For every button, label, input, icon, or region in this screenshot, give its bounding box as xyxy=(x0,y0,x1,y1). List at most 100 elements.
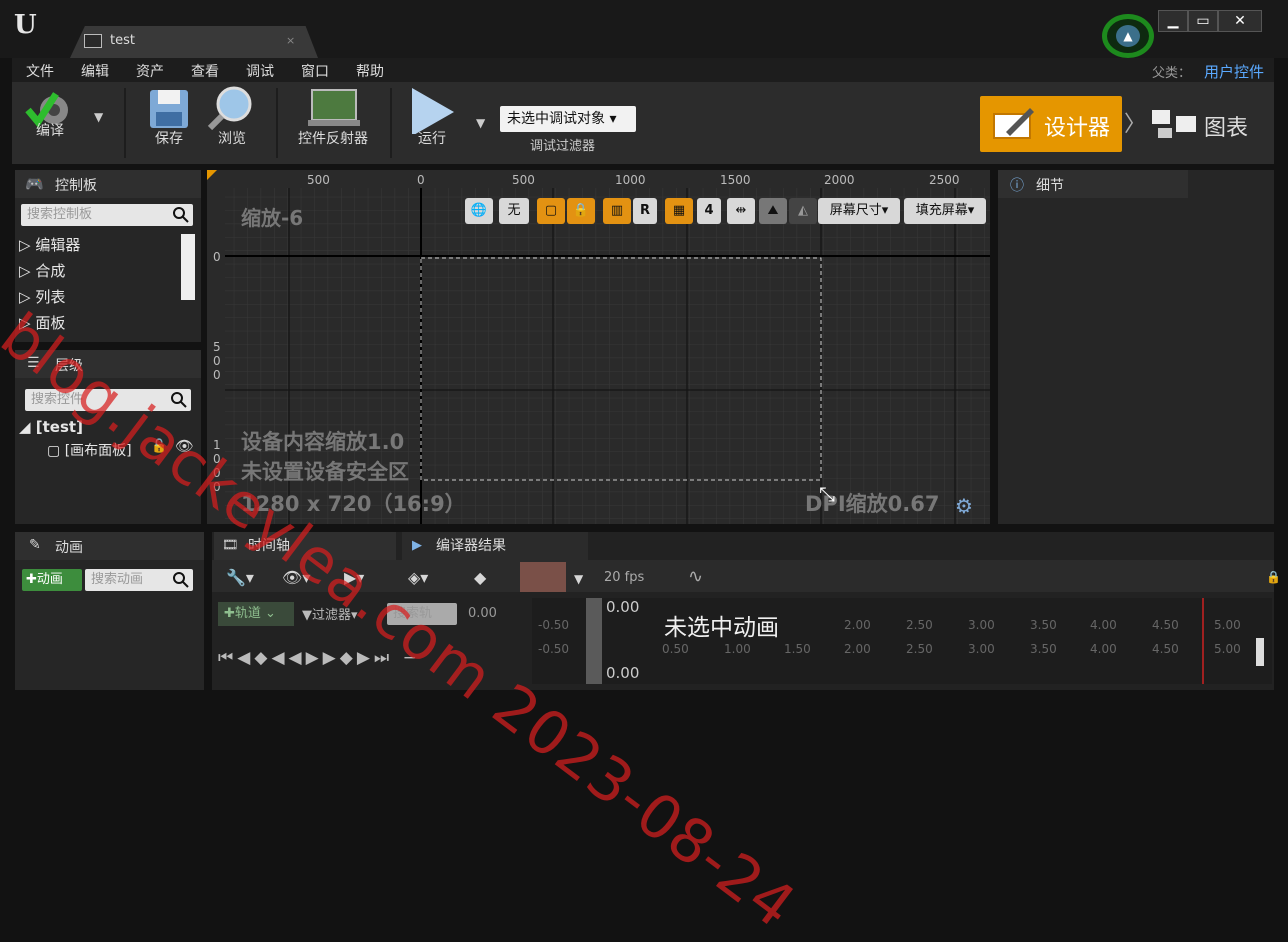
menu-help[interactable]: 帮助 xyxy=(356,61,384,81)
flip-icon[interactable]: ◭ xyxy=(789,198,817,224)
ruler-left-label: 0 xyxy=(213,480,221,494)
grid-size-dropdown[interactable]: 4 xyxy=(697,198,721,224)
menu-file[interactable]: 文件 xyxy=(26,61,54,81)
designer-viewport[interactable]: 500 0 500 1000 1500 2000 2500 0 5 0 0 1 … xyxy=(207,170,990,524)
toolbar-separator xyxy=(390,88,392,158)
ruler-top-label: 2500 xyxy=(929,173,960,187)
search-icon xyxy=(173,207,189,223)
designer-mode-button[interactable]: 设计器 xyxy=(980,96,1122,152)
eye-icon[interactable]: 👁 xyxy=(175,437,194,455)
curve-editor-icon[interactable]: ∿ xyxy=(688,566,703,587)
wrench-icon[interactable]: 🔧▾ xyxy=(226,568,254,587)
graph-mode-button[interactable]: 图表 xyxy=(1144,96,1274,152)
widget-reflector-button[interactable]: 控件反射器 xyxy=(292,84,374,147)
save-button[interactable]: 保存 xyxy=(144,84,194,147)
add-animation-button[interactable]: ✚动画 xyxy=(22,569,82,591)
fill-screen-dropdown[interactable]: 填充屏幕▾ xyxy=(904,198,986,224)
unlock-icon[interactable]: 🔓 xyxy=(151,439,167,454)
unreal-logo-icon[interactable]: U xyxy=(14,10,37,40)
menu-debug[interactable]: 调试 xyxy=(246,61,274,81)
palette-search-placeholder: 搜索控制板 xyxy=(27,207,93,222)
help-orb[interactable]: ▲ xyxy=(1102,14,1158,58)
debug-object-select[interactable]: 未选中调试对象 ▾ xyxy=(500,106,636,132)
none-dropdown[interactable]: 无 xyxy=(499,198,529,224)
run-options-chevron-icon[interactable]: ▼ xyxy=(476,116,485,130)
palette-item[interactable]: ▷ 编辑器 xyxy=(19,234,80,255)
magnifier-icon xyxy=(207,86,252,131)
compile-button[interactable]: 编译 xyxy=(22,84,78,139)
playhead[interactable] xyxy=(586,598,602,684)
current-time-value[interactable]: 0.00 xyxy=(468,606,497,621)
palette-scrollbar[interactable] xyxy=(181,234,195,300)
hierarchy-root[interactable]: ◢ [test] xyxy=(19,418,83,436)
save-label: 保存 xyxy=(155,131,183,147)
fit-icon[interactable]: ⇹ xyxy=(727,198,755,224)
palette-search-input[interactable]: 搜索控制板 xyxy=(21,204,193,226)
parent-class-link[interactable]: 用户控件 xyxy=(1204,61,1264,82)
menu-edit[interactable]: 编辑 xyxy=(81,61,109,81)
hierarchy-search-input[interactable]: 搜索控件 xyxy=(25,389,191,411)
run-button[interactable]: 运行 xyxy=(404,84,460,147)
respect-locks-button[interactable]: R xyxy=(633,198,657,224)
tab-timeline[interactable]: 时间轴 xyxy=(214,532,396,560)
key-icon[interactable]: ◈▾ xyxy=(408,568,428,587)
playback-icon[interactable]: ▶▾ xyxy=(344,568,364,587)
track-search-placeholder: 搜索轨 xyxy=(393,606,433,621)
timeline-tick: 2.00 xyxy=(844,618,871,632)
dpi-settings-gear-icon[interactable]: ⚙ xyxy=(955,494,973,518)
magnet-icon[interactable] xyxy=(520,562,566,592)
menu-asset[interactable]: 资产 xyxy=(136,61,164,81)
title-bar: U test × ▲ ▁ ▭ ✕ xyxy=(0,0,1288,58)
add-track-button[interactable]: ✚轨道 ⌄ xyxy=(218,602,294,626)
screen-size-dropdown[interactable]: 屏幕尺寸▾ xyxy=(818,198,900,224)
timeline-tick: 5.00 xyxy=(1214,642,1241,656)
menu-window[interactable]: 窗口 xyxy=(301,61,329,81)
document-tab[interactable]: test × xyxy=(70,26,318,58)
maximize-button[interactable]: ▭ xyxy=(1188,10,1218,32)
animation-search-input[interactable]: 搜索动画 xyxy=(85,569,193,591)
layout-icon[interactable]: ▥ xyxy=(603,198,631,224)
palette-item-panel: 面板 xyxy=(35,314,66,332)
ruler-top-label: 0 xyxy=(417,173,425,187)
track-search-input[interactable]: 搜索轨 xyxy=(387,603,457,625)
timeline-scrollbar[interactable] xyxy=(1256,638,1264,666)
lock-icon[interactable]: 🔒 xyxy=(567,198,595,224)
timeline-tick: 4.50 xyxy=(1152,642,1179,656)
lock-icon[interactable]: 🔒 xyxy=(1266,570,1281,584)
tab-compiler-results[interactable]: 编译器结果 xyxy=(402,532,588,560)
playhead-time-bottom: 0.00 xyxy=(606,664,640,682)
snap-icon[interactable]: ◆ xyxy=(474,568,486,587)
palette-header: 🎮 控制板 xyxy=(15,170,201,198)
palette-item[interactable]: ▷ 合成 xyxy=(19,260,65,281)
browse-button[interactable]: 浏览 xyxy=(204,84,260,147)
palette-item[interactable]: ▷ 面板 xyxy=(19,312,65,333)
palette-title: 控制板 xyxy=(55,178,97,194)
timeline-track-area[interactable] xyxy=(532,598,1272,684)
menu-view[interactable]: 查看 xyxy=(191,61,219,81)
resize-handle-icon[interactable]: ⤡ xyxy=(819,482,835,506)
magnet-chevron-icon[interactable]: ▼ xyxy=(574,572,583,586)
globe-icon[interactable]: 🌐 xyxy=(465,198,493,224)
animations-header: ✎ 动画 xyxy=(15,532,204,560)
close-button[interactable]: ✕ xyxy=(1218,10,1262,32)
hierarchy-child[interactable]: ▢ [画布面板] xyxy=(47,440,132,460)
view-eye-icon[interactable]: 👁▾ xyxy=(282,568,310,587)
fps-dropdown[interactable]: 20 fps xyxy=(604,570,644,585)
tab-close-icon[interactable]: × xyxy=(286,34,295,47)
filter-button[interactable]: ▼过滤器▾ xyxy=(302,604,358,623)
snap-frame-icon[interactable]: ▢ xyxy=(537,198,565,224)
minimize-button[interactable]: ▁ xyxy=(1158,10,1188,32)
debug-object-value: 未选中调试对象 xyxy=(507,111,605,127)
animation-icon: ✎ xyxy=(29,537,41,553)
none-dropdown-value: 无 xyxy=(507,203,521,218)
grid-snap-icon[interactable]: ▦ xyxy=(665,198,693,224)
compiler-tab-icon: ▶ xyxy=(412,538,422,553)
tab-compiler-label: 编译器结果 xyxy=(436,538,506,554)
designer-pencil-icon xyxy=(993,108,1034,139)
compile-options-chevron-icon[interactable]: ▼ xyxy=(94,110,103,124)
transport-controls[interactable]: ⏮◀◆◀◀▶▶◆▶⏭ − xyxy=(218,648,421,668)
timeline-tick: 3.50 xyxy=(1030,642,1057,656)
image-icon[interactable]: ⛰ xyxy=(759,198,787,224)
palette-item[interactable]: ▷ 列表 xyxy=(19,286,65,307)
ruler-left-label: 0 xyxy=(213,452,221,466)
